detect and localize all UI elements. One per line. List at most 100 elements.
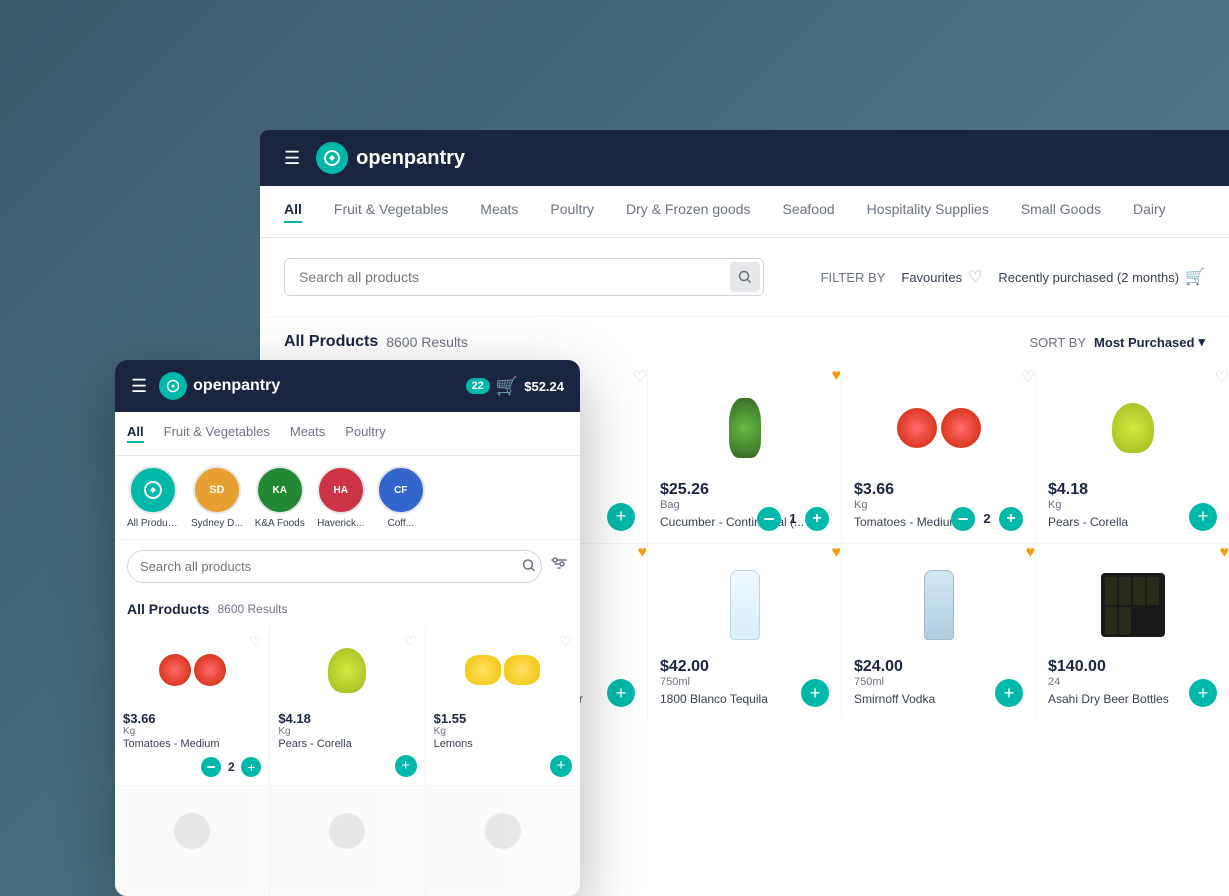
- logo[interactable]: openpantry: [316, 142, 465, 174]
- recently-purchased-filter-button[interactable]: Recently purchased (2 months) 🛒: [998, 267, 1205, 287]
- qty-minus-3[interactable]: [757, 507, 781, 531]
- cat-nav-seafood[interactable]: Seafood: [783, 201, 835, 223]
- mobile-cat-poultry[interactable]: Poultry: [345, 424, 385, 443]
- mobile-search-input[interactable]: [127, 550, 542, 583]
- mobile-cat-meats[interactable]: Meats: [290, 424, 325, 443]
- qty-plus-4[interactable]: +: [999, 507, 1023, 531]
- cat-nav-all[interactable]: All: [284, 201, 302, 223]
- supplier-name-haverick: Haverick...: [317, 518, 364, 529]
- mobile-search-button[interactable]: [522, 558, 536, 575]
- cat-nav-hospitality[interactable]: Hospitality Supplies: [867, 201, 989, 223]
- add-to-cart-5[interactable]: +: [1189, 503, 1217, 531]
- mobile-filter-button[interactable]: [550, 556, 568, 577]
- mobile-product-name-1: Tomatoes - Medium: [123, 737, 261, 751]
- product-image-10: [1048, 560, 1217, 650]
- vodka-image: [924, 570, 954, 640]
- favourite-icon-8[interactable]: ♥: [832, 544, 842, 562]
- placeholder-image-5: [329, 813, 365, 849]
- qty-minus-4[interactable]: [951, 507, 975, 531]
- mobile-category-tabs: All Fruit & Vegetables Meats Poultry: [115, 412, 580, 456]
- search-input[interactable]: [284, 258, 764, 296]
- add-to-cart-10[interactable]: +: [1189, 679, 1217, 707]
- product-image-5: [1048, 383, 1217, 473]
- logo-icon: [316, 142, 348, 174]
- favourite-icon-10[interactable]: ♥: [1220, 544, 1229, 562]
- cat-nav-poultry[interactable]: Poultry: [550, 201, 594, 223]
- cat-nav-dry-frozen[interactable]: Dry & Frozen goods: [626, 201, 751, 223]
- qty-value-3: 1: [785, 511, 801, 526]
- product-price-10: $140.00: [1048, 658, 1217, 676]
- cat-nav-meats[interactable]: Meats: [480, 201, 518, 223]
- mobile-search-wrap: [127, 550, 542, 583]
- add-to-cart-2[interactable]: +: [607, 503, 635, 531]
- mobile-add-to-cart-2[interactable]: +: [395, 755, 417, 777]
- mobile-window: ☰ openpantry 22 🛒 $52.24 All Fruit & Veg…: [115, 360, 580, 896]
- mobile-logo[interactable]: openpantry: [159, 372, 280, 400]
- mobile-cat-all[interactable]: All: [127, 424, 144, 443]
- cat-nav-small-goods[interactable]: Small Goods: [1021, 201, 1101, 223]
- mobile-product-card-5: [270, 786, 424, 896]
- mobile-favourite-icon-1[interactable]: ♡: [249, 633, 262, 650]
- mobile-hamburger-icon[interactable]: ☰: [131, 376, 147, 397]
- mobile-product-card-6: [426, 786, 580, 896]
- cart-badge: 22: [466, 378, 490, 394]
- mobile-qty-plus-1[interactable]: +: [241, 757, 261, 777]
- chevron-down-icon: ▾: [1198, 334, 1205, 350]
- supplier-name-sydney: Sydney D...: [191, 518, 243, 529]
- mobile-favourite-icon-2[interactable]: ♡: [404, 633, 417, 650]
- favourite-icon-2[interactable]: ♡: [633, 367, 647, 387]
- supplier-all-products[interactable]: All Products: [127, 466, 179, 529]
- supplier-sydney[interactable]: SD Sydney D...: [191, 466, 243, 529]
- mobile-product-price-1: $3.66: [123, 711, 261, 726]
- mobile-product-unit-2: Kg: [278, 726, 416, 737]
- mobile-favourite-icon-3[interactable]: ♡: [559, 633, 572, 650]
- heart-icon: ♡: [968, 267, 982, 287]
- mobile-products-title: All Products: [127, 601, 209, 617]
- tequila-image: [730, 570, 760, 640]
- category-nav: All Fruit & Vegetables Meats Poultry Dry…: [260, 186, 1229, 238]
- supplier-ka-foods[interactable]: KA K&A Foods: [255, 466, 305, 529]
- cart-icon: 🛒: [1185, 267, 1205, 287]
- sort-select[interactable]: Most Purchased ▾: [1094, 334, 1205, 350]
- add-to-cart-8[interactable]: +: [801, 679, 829, 707]
- mobile-cart-area: 22 🛒 $52.24: [466, 376, 564, 397]
- mobile-cart-icon[interactable]: 🛒: [496, 376, 518, 397]
- search-button[interactable]: [730, 262, 760, 292]
- placeholder-image-6: [485, 813, 521, 849]
- qty-control-3: 1 +: [757, 507, 829, 531]
- mobile-qty-minus-1[interactable]: [201, 757, 221, 777]
- search-area: FILTER BY Favourites ♡ Recently purchase…: [260, 238, 1229, 317]
- mobile-cat-fruit-veg[interactable]: Fruit & Vegetables: [164, 424, 270, 443]
- placeholder-image-4: [174, 813, 210, 849]
- supplier-avatar-ka: KA: [256, 466, 304, 514]
- qty-plus-3[interactable]: +: [805, 507, 829, 531]
- supplier-coff[interactable]: CF Coff...: [377, 466, 425, 529]
- supplier-haverick[interactable]: HA Haverick...: [317, 466, 365, 529]
- mobile-lemons-image: [465, 655, 540, 685]
- favourite-icon-9[interactable]: ♥: [1026, 544, 1036, 562]
- mobile-product-card-3: ♡ $1.55 Kg Lemons +: [426, 625, 580, 785]
- mobile-product-card-2: ♡ $4.18 Kg Pears - Corella +: [270, 625, 424, 785]
- hamburger-menu-icon[interactable]: ☰: [284, 148, 300, 169]
- favourite-icon-5[interactable]: ♡: [1215, 367, 1229, 387]
- add-to-cart-7[interactable]: +: [607, 679, 635, 707]
- mobile-product-price-2: $4.18: [278, 711, 416, 726]
- favourite-icon-4[interactable]: ♡: [1021, 367, 1035, 387]
- cat-nav-dairy[interactable]: Dairy: [1133, 201, 1166, 223]
- filter-by-label: FILTER BY: [821, 270, 886, 285]
- mobile-product-image-3: [434, 635, 572, 705]
- add-to-cart-9[interactable]: +: [995, 679, 1023, 707]
- sort-section: SORT BY Most Purchased ▾: [1029, 334, 1205, 350]
- favourites-filter-button[interactable]: Favourites ♡: [901, 267, 982, 287]
- search-icon: [738, 270, 752, 284]
- favourite-icon-7[interactable]: ♥: [638, 544, 648, 562]
- supplier-avatar-coff: CF: [377, 466, 425, 514]
- cat-nav-fruit-veg[interactable]: Fruit & Vegetables: [334, 201, 448, 223]
- product-image-9: [854, 560, 1023, 650]
- qty-value-4: 2: [979, 511, 995, 526]
- recently-purchased-label: Recently purchased (2 months): [998, 270, 1179, 285]
- supplier-avatar-haverick: HA: [317, 466, 365, 514]
- mobile-product-card-1: ♡ $3.66 Kg Tomatoes - Medium 2 +: [115, 625, 269, 785]
- mobile-add-to-cart-3[interactable]: +: [550, 755, 572, 777]
- favourite-icon-3[interactable]: ♥: [832, 367, 842, 385]
